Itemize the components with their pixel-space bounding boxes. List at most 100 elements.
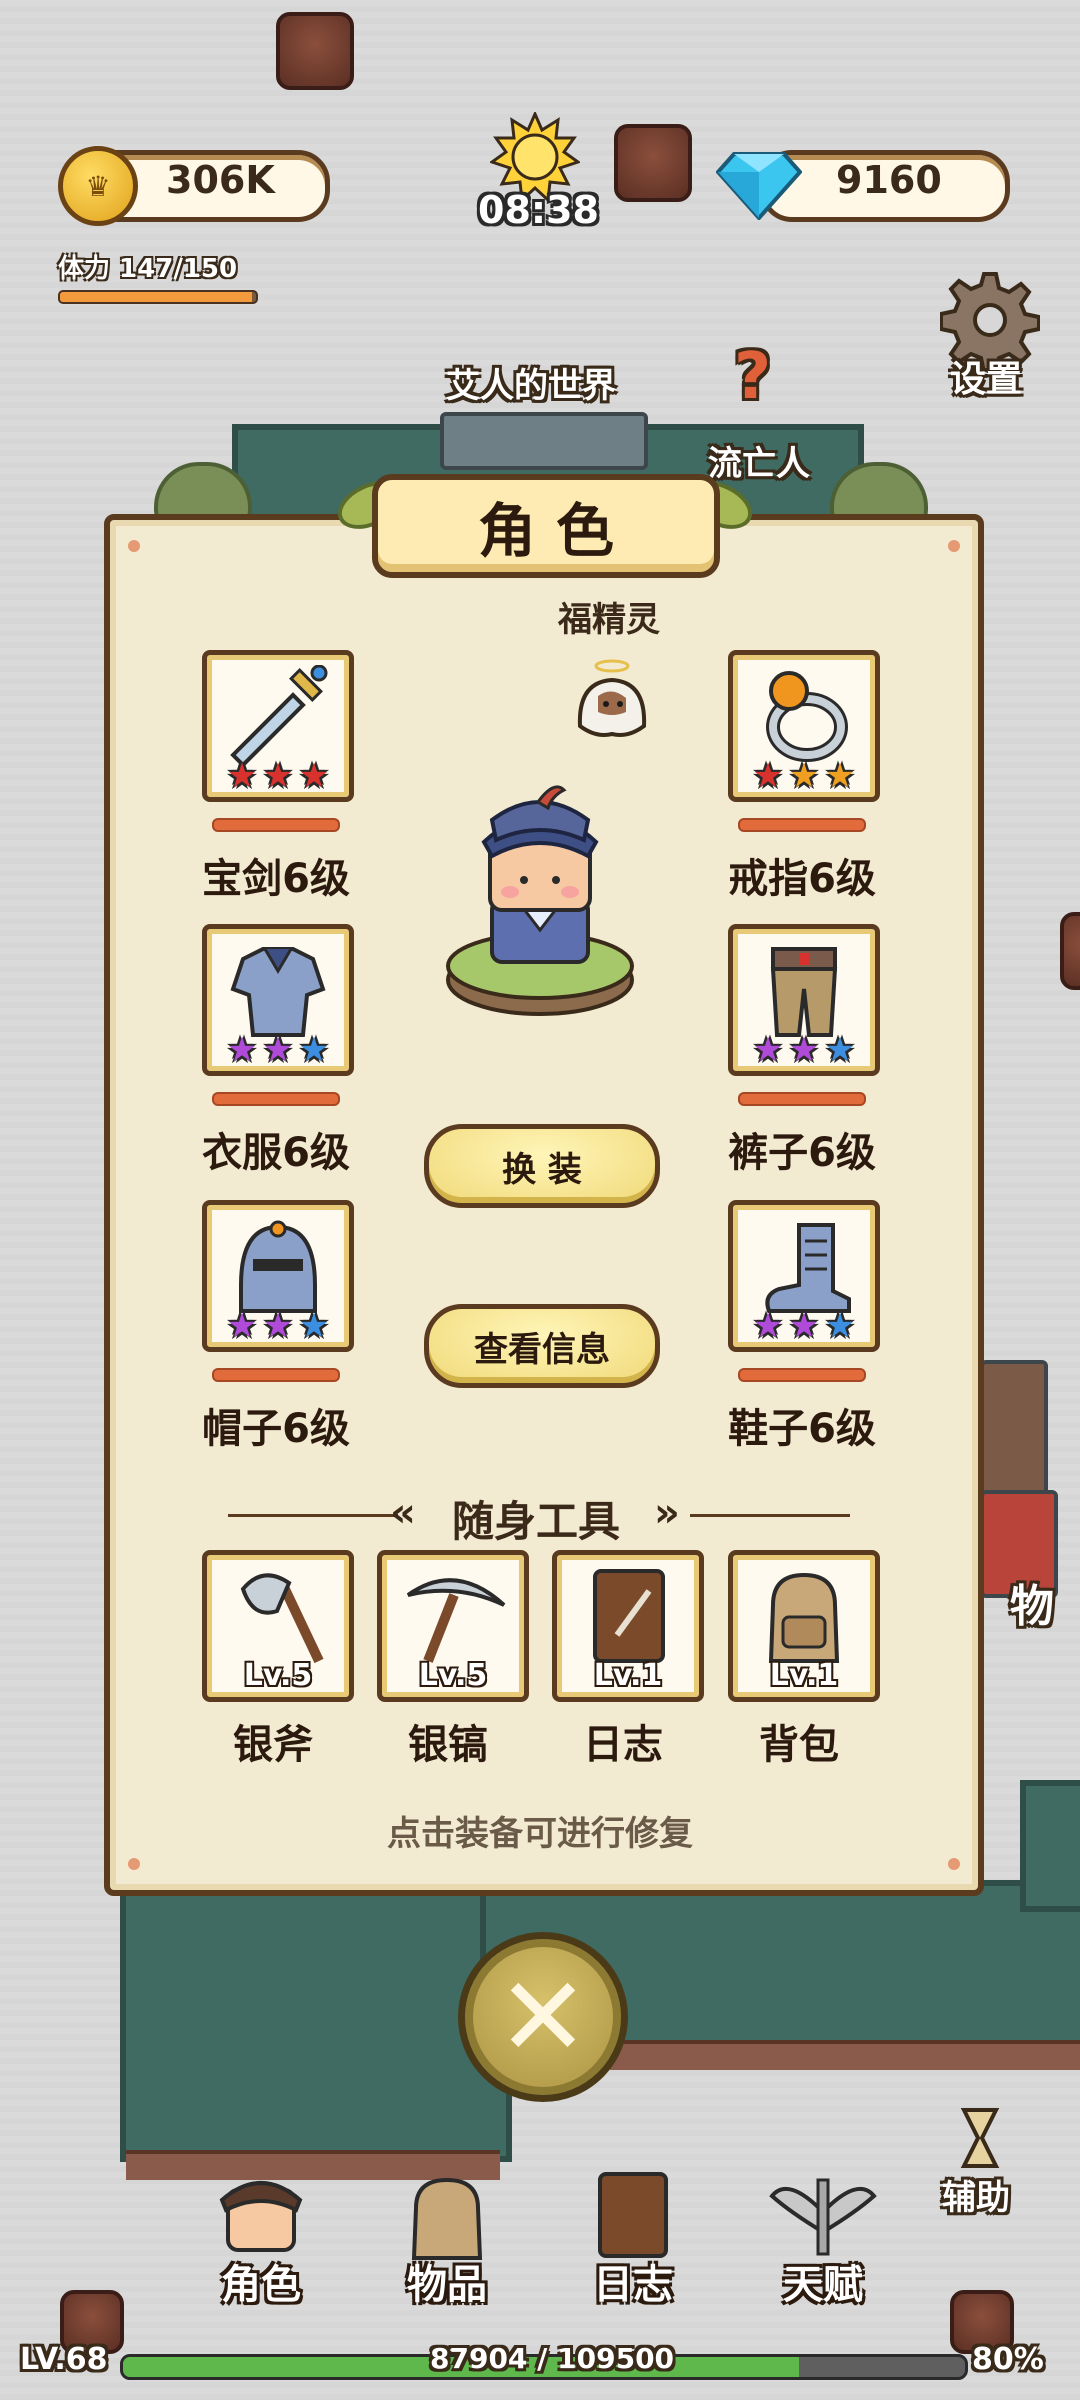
equip-label-sword: 宝剑6级 [202, 856, 350, 902]
axe-icon [240, 1573, 324, 1664]
water-area [1020, 1780, 1080, 1912]
durability-bar [738, 818, 866, 832]
star-rating: ★ ★ ★ [223, 759, 333, 793]
wings-icon [769, 2178, 877, 2256]
diamond-icon [716, 152, 802, 220]
ruins [440, 412, 648, 470]
tree-stump[interactable] [1060, 912, 1080, 990]
equip-slot-boots[interactable]: ★ ★ ★ [728, 1200, 880, 1352]
star-icon: ★ [788, 1306, 820, 1346]
nav-talent[interactable]: 天赋 [748, 2170, 898, 2310]
xp-percent: 80% [972, 2342, 1044, 2377]
assist-label[interactable]: 辅助 [942, 2170, 1010, 2219]
view-info-button[interactable]: 查看信息 [424, 1304, 660, 1388]
close-button[interactable]: ✕ [458, 1932, 628, 2102]
tool-label-pickaxe: 银镐 [408, 1722, 488, 1768]
equip-label-pants: 裤子6级 [728, 1130, 876, 1176]
xp-text: 87904 / 109500 [430, 2342, 675, 2375]
tool-level: Lv.1 [593, 1658, 663, 1693]
corner-dot [128, 1858, 140, 1870]
side-label: 物 [1010, 1581, 1054, 1632]
pet-name: 福精灵 [558, 600, 660, 640]
cliff-edge [610, 2040, 1080, 2070]
settings-label[interactable]: 设置 [950, 350, 1022, 402]
character-icon [219, 2181, 303, 2252]
boots-icon [765, 1223, 851, 1313]
durability-bar [212, 1368, 340, 1382]
stamina-label: 体力 147/150 [58, 254, 238, 284]
hourglass-icon[interactable] [960, 2106, 1000, 2170]
corner-dot [948, 540, 960, 552]
star-icon: ★ [788, 1030, 820, 1070]
ring-icon [766, 671, 848, 762]
chevron-right-icon: » [654, 1490, 680, 1536]
tool-slot-axe[interactable]: Lv.5 [202, 1550, 354, 1702]
nav-label: 物品 [407, 2262, 487, 2308]
pet-spirit-icon[interactable] [570, 656, 654, 746]
stamina-fill [60, 292, 253, 302]
nav-items[interactable]: 物品 [372, 2170, 522, 2310]
nav-label: 日志 [593, 2262, 673, 2308]
star-icon: ★ [298, 756, 330, 796]
equip-label-ring: 戒指6级 [728, 856, 876, 902]
tool-slot-backpack[interactable]: Lv.1 [728, 1550, 880, 1702]
nav-journal[interactable]: 日志 [558, 2170, 708, 2310]
equip-label-armor: 衣服6级 [202, 1130, 350, 1176]
star-icon: ★ [788, 756, 820, 796]
divider-line [690, 1514, 850, 1517]
armor-icon [230, 947, 326, 1037]
crown-coin-icon: ♛ [58, 146, 138, 226]
star-rating: ★ ★ ★ [749, 1033, 859, 1067]
tools-header: 随身工具 [452, 1497, 621, 1546]
tool-slot-journal[interactable]: Lv.1 [552, 1550, 704, 1702]
player-character [446, 785, 634, 1016]
equip-slot-armor[interactable]: ★ ★ ★ [202, 924, 354, 1076]
water-area [120, 1880, 512, 2162]
star-icon: ★ [262, 1030, 294, 1070]
equip-label-helmet: 帽子6级 [202, 1406, 350, 1452]
equip-slot-helmet[interactable]: ★ ★ ★ [202, 1200, 354, 1352]
star-icon: ★ [752, 1030, 784, 1070]
tool-level: Lv.1 [769, 1658, 839, 1693]
equip-slot-ring[interactable]: ★ ★ ★ [728, 650, 880, 802]
rubble-pile [980, 1360, 1048, 1498]
star-icon: ★ [298, 1030, 330, 1070]
star-icon: ★ [752, 1306, 784, 1346]
tool-label-axe: 银斧 [233, 1722, 313, 1768]
star-icon: ★ [262, 756, 294, 796]
star-icon: ★ [824, 1030, 856, 1070]
game-clock: 08:38 [478, 188, 599, 232]
tool-slot-pickaxe[interactable]: Lv.5 [377, 1550, 529, 1702]
dialog-title-banner: 角色 [372, 474, 720, 578]
durability-bar [738, 1368, 866, 1382]
star-icon: ★ [824, 1306, 856, 1346]
map-name: 艾人的世界 [446, 366, 616, 406]
close-icon: ✕ [496, 1953, 590, 2081]
quest-marker-icon[interactable]: ? [734, 340, 771, 414]
player-level: LV.68 [20, 2342, 108, 2377]
npc-name[interactable]: 流亡人 [708, 436, 810, 485]
star-icon: ★ [226, 1030, 258, 1070]
star-icon: ★ [298, 1306, 330, 1346]
book-icon [598, 2172, 668, 2258]
nav-label: 角色 [221, 2262, 301, 2308]
change-outfit-button[interactable]: 换 装 [424, 1124, 660, 1208]
tree-stump[interactable] [614, 124, 692, 202]
star-rating: ★ ★ ★ [749, 759, 859, 793]
star-icon: ★ [226, 1306, 258, 1346]
pants-icon [770, 947, 838, 1037]
equip-label-boots: 鞋子6级 [728, 1406, 876, 1452]
repair-hint: 点击装备可进行修复 [387, 1814, 693, 1854]
corner-dot [948, 1858, 960, 1870]
gold-amount: 306K [166, 158, 275, 202]
nav-label: 天赋 [783, 2262, 863, 2308]
journal-icon [593, 1569, 665, 1663]
nav-character[interactable]: 角色 [186, 2170, 336, 2310]
equip-slot-sword[interactable]: ★ ★ ★ [202, 650, 354, 802]
durability-bar [212, 818, 340, 832]
durability-bar [738, 1092, 866, 1106]
equip-slot-pants[interactable]: ★ ★ ★ [728, 924, 880, 1076]
star-icon: ★ [752, 756, 784, 796]
tree-stump[interactable] [276, 12, 354, 90]
bag-icon [411, 2177, 483, 2260]
